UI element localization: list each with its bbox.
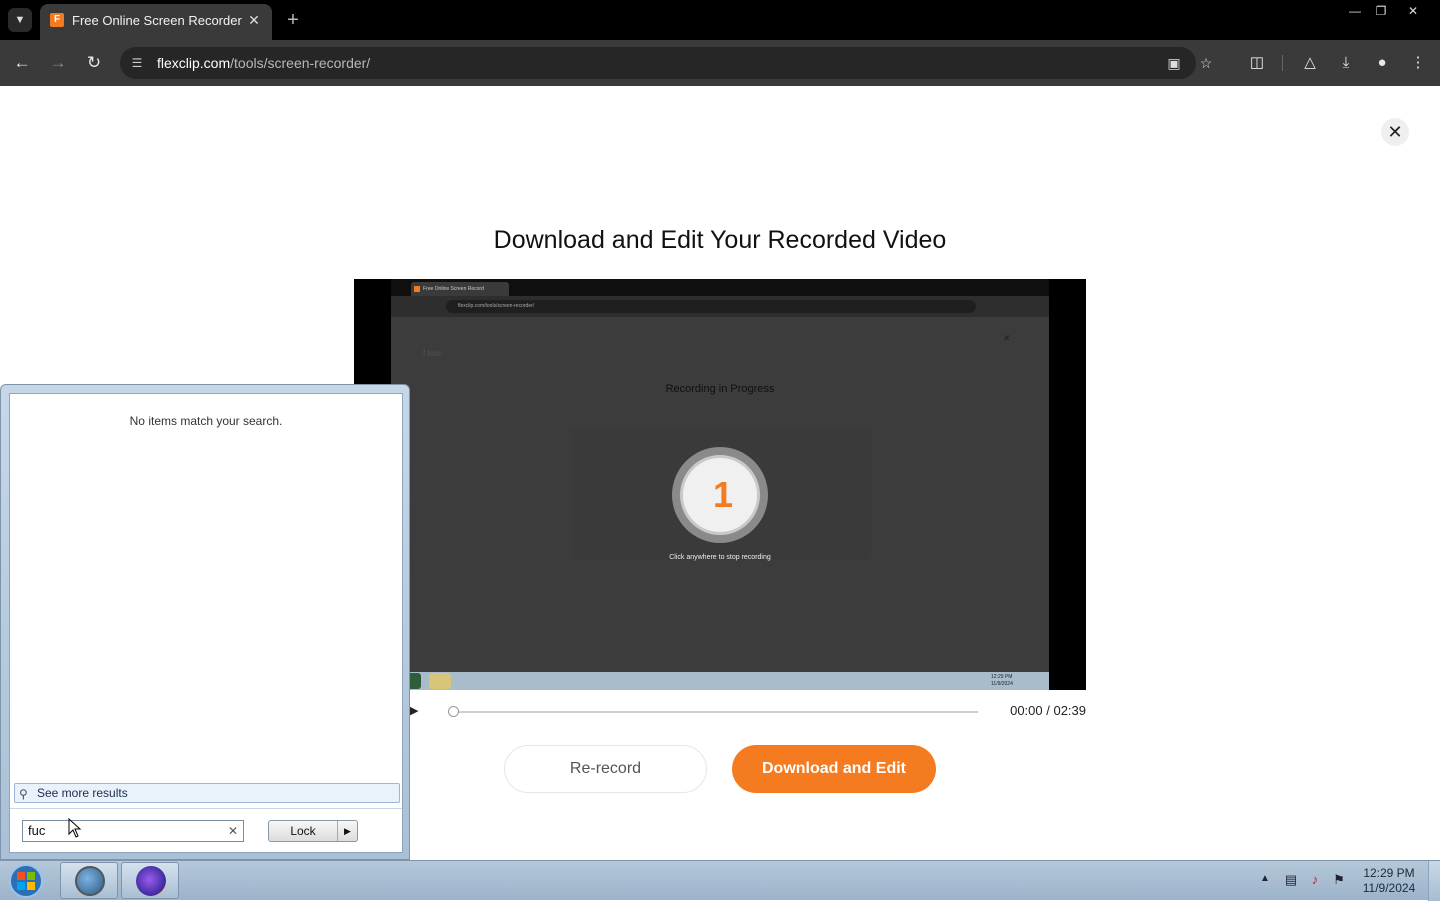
reload-icon[interactable]: ↻ [82, 51, 106, 75]
modal-close-button[interactable]: ✕ [1381, 118, 1409, 146]
video-frame-close-icon: ✕ [1003, 333, 1011, 343]
flexclip-favicon-icon: F [50, 13, 64, 27]
start-search-input[interactable]: fuc ✕ [22, 820, 244, 842]
timecode: 00:00 / 02:39 [1010, 703, 1086, 718]
download-icon[interactable]: ⤓ [1334, 51, 1358, 75]
video-frame-url: flexclip.com/tools/screen-recorder/ [446, 300, 976, 313]
windows-taskbar: ▲ ▤ ♪ ⚑ 12:29 PM 11/9/2024 [0, 860, 1440, 901]
countdown-ring-inner: 1 [680, 455, 760, 535]
windows-start-orb-icon[interactable] [6, 863, 46, 899]
new-tab-plus-icon[interactable]: + [282, 9, 304, 31]
network-tray-icon[interactable]: ▤ [1282, 871, 1300, 889]
clear-search-icon[interactable]: ✕ [228, 821, 238, 841]
no-results-text: No items match your search. [129, 414, 283, 428]
countdown-ring: 1 [672, 447, 768, 543]
play-icon[interactable]: ▶ [410, 702, 422, 720]
see-more-results-label: See more results [37, 786, 128, 800]
tab-active[interactable]: F Free Online Screen Recorder & ... ✕ [40, 4, 272, 40]
video-frame-taskbar-folder [429, 673, 451, 689]
address-bar[interactable]: ☰ flexclip.com/tools/screen-recorder/ ▣ … [120, 47, 1212, 79]
browser-tab-bar: ▼ F Free Online Screen Recorder & ... ✕ … [0, 0, 1440, 40]
url-text[interactable]: flexclip.com/tools/screen-recorder/ [157, 55, 370, 71]
video-frame-logo: f lexc [423, 349, 442, 358]
video-frame-clock: 12:29 PM 11/9/2024 [991, 674, 1013, 687]
video-player[interactable]: Free Online Screen Record flexclip.com/t… [354, 279, 1086, 690]
toolbar-divider [1282, 55, 1283, 71]
profile-avatar-icon[interactable]: ● [1370, 51, 1394, 75]
tab-close-icon[interactable]: ✕ [244, 10, 264, 30]
progress-thumb[interactable] [448, 706, 459, 717]
labs-flask-icon[interactable]: △ [1298, 51, 1322, 75]
minimize-window-icon[interactable]: — [1342, 2, 1368, 20]
browser-toolbar: ← → ↻ ☰ flexclip.com/tools/screen-record… [0, 40, 1440, 86]
install-app-icon[interactable]: ▣ [1164, 53, 1184, 73]
lock-label: Lock [290, 824, 316, 838]
extensions-puzzle-icon[interactable]: ◫ [1245, 51, 1269, 75]
lock-button[interactable]: Lock ▶ [268, 820, 358, 842]
countdown-number: 1 [712, 474, 734, 515]
power-options-arrow-icon[interactable]: ▶ [337, 821, 357, 841]
rerecord-button[interactable]: Re-record [504, 745, 707, 793]
show-desktop-button[interactable] [1428, 861, 1440, 901]
back-arrow-icon[interactable]: ← [10, 51, 34, 75]
action-center-flag-icon[interactable]: ⚑ [1330, 871, 1348, 889]
mouse-cursor-icon [68, 818, 82, 838]
video-frame-taskbar: 12:29 PM 11/9/2024 [391, 672, 1049, 690]
video-frame-screenshot: Free Online Screen Record flexclip.com/t… [391, 279, 1049, 690]
close-window-icon[interactable]: ✕ [1400, 2, 1426, 20]
video-frame-tabbar: Free Online Screen Record [391, 279, 1049, 296]
video-frame-stop-text: Click anywhere to stop recording [669, 554, 771, 561]
clock-time: 12:29 PM [1363, 866, 1415, 880]
see-more-results-button[interactable]: ⚲ See more results [14, 783, 400, 803]
taskbar-app-firefox[interactable] [121, 862, 179, 899]
playback-controls: ▶ 00:00 / 02:39 [410, 698, 1086, 724]
progress-track[interactable] [452, 711, 978, 713]
site-info-tune-icon[interactable]: ☰ [128, 54, 146, 72]
firefox-icon [136, 866, 166, 896]
url-domain: flexclip.com [157, 55, 231, 71]
start-menu-results: No items match your search. ⚲ See more r… [9, 393, 403, 853]
volume-muted-tray-icon[interactable]: ♪ [1306, 871, 1324, 889]
more-menu-icon[interactable]: ⋮ [1406, 51, 1430, 75]
tab-title: Free Online Screen Recorder & ... [72, 13, 242, 28]
video-frame-content: f lexc ✕ Recording in Progress 1 Click a… [391, 317, 1049, 672]
url-path: /tools/screen-recorder/ [230, 55, 371, 71]
start-search-value: fuc [28, 823, 46, 838]
show-hidden-icons-arrow[interactable]: ▲ [1260, 873, 1270, 884]
magnifier-icon: ⚲ [19, 787, 28, 801]
video-frame-tab: Free Online Screen Record [411, 282, 509, 296]
start-menu: No items match your search. ⚲ See more r… [0, 384, 410, 860]
system-clock[interactable]: 12:29 PM 11/9/2024 [1356, 866, 1422, 896]
modal-title: Download and Edit Your Recorded Video [493, 226, 947, 254]
taskbar-app-browser[interactable] [60, 862, 118, 899]
restore-window-icon[interactable]: ❐ [1368, 2, 1394, 20]
download-and-edit-button[interactable]: Download and Edit [732, 745, 936, 793]
bookmark-star-icon[interactable]: ☆ [1196, 53, 1216, 73]
clock-date: 11/9/2024 [1362, 881, 1416, 895]
video-frame-toolbar: flexclip.com/tools/screen-recorder/ [391, 296, 1049, 317]
tab-search-chevron-icon[interactable]: ▼ [8, 8, 32, 32]
forward-arrow-icon[interactable]: → [46, 51, 70, 75]
start-menu-divider [10, 808, 402, 809]
video-frame-heading: Recording in Progress [665, 383, 775, 395]
globe-app-icon [75, 866, 105, 896]
